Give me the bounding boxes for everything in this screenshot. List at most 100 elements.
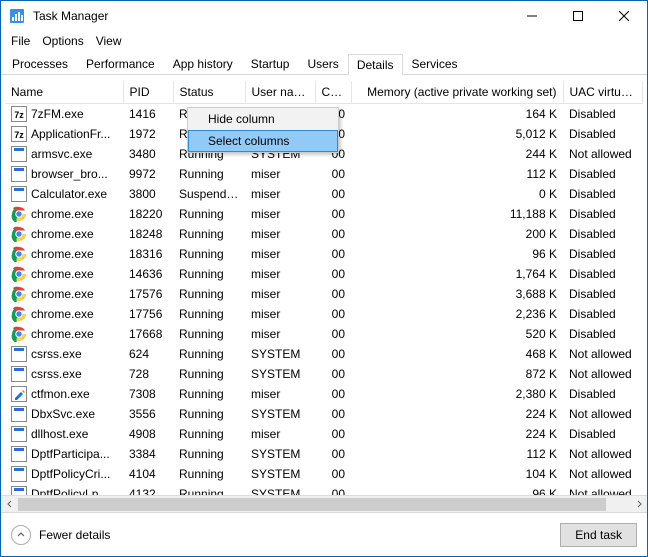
col-header-name[interactable]: Name	[5, 81, 123, 104]
process-uac: Disabled	[563, 264, 643, 284]
chevron-left-icon	[6, 500, 14, 508]
close-button[interactable]	[601, 1, 647, 31]
tab-details[interactable]: Details	[348, 54, 403, 75]
process-icon	[11, 186, 27, 202]
process-name: chrome.exe	[31, 227, 94, 241]
table-row[interactable]: DptfPolicyLp...4132RunningSYSTEM0096 KNo…	[5, 484, 643, 495]
process-pid: 1416	[123, 104, 173, 125]
table-row[interactable]: Calculator.exe3800Suspendedmiser000 KDis…	[5, 184, 643, 204]
ctx-select-columns[interactable]: Select columns	[188, 130, 338, 152]
col-header-user[interactable]: User name	[245, 81, 315, 104]
table-row[interactable]: chrome.exe17668Runningmiser00520 KDisabl…	[5, 324, 643, 344]
horizontal-scrollbar[interactable]	[1, 495, 647, 512]
process-icon	[11, 306, 27, 322]
table-row[interactable]: browser_bro...9972Runningmiser00112 KDis…	[5, 164, 643, 184]
maximize-button[interactable]	[555, 1, 601, 31]
col-header-memory[interactable]: Memory (active private working set)	[351, 81, 563, 104]
process-status: Running	[173, 204, 245, 224]
tab-processes[interactable]: Processes	[3, 53, 77, 74]
process-status: Running	[173, 264, 245, 284]
process-uac: Disabled	[563, 224, 643, 244]
tab-users[interactable]: Users	[298, 53, 347, 74]
minimize-button[interactable]	[509, 1, 555, 31]
scroll-right-arrow[interactable]	[630, 496, 647, 513]
table-row[interactable]: dllhost.exe4908Runningmiser00224 KDisabl…	[5, 424, 643, 444]
table-row[interactable]: chrome.exe18316Runningmiser0096 KDisable…	[5, 244, 643, 264]
process-name: csrss.exe	[31, 347, 82, 361]
process-pid: 3556	[123, 404, 173, 424]
process-icon	[11, 286, 27, 302]
menu-view[interactable]: View	[92, 33, 126, 49]
process-memory: 3,688 K	[351, 284, 563, 304]
table-row[interactable]: DbxSvc.exe3556RunningSYSTEM00224 KNot al…	[5, 404, 643, 424]
table-row[interactable]: chrome.exe17756Runningmiser002,236 KDisa…	[5, 304, 643, 324]
table-row[interactable]: chrome.exe14636Runningmiser001,764 KDisa…	[5, 264, 643, 284]
process-memory: 224 K	[351, 424, 563, 444]
col-header-uac[interactable]: UAC virtualization⌃	[563, 81, 643, 104]
process-user: miser	[245, 324, 315, 344]
process-icon	[11, 146, 27, 162]
minimize-icon	[527, 11, 537, 21]
process-memory: 1,764 K	[351, 264, 563, 284]
process-icon	[11, 406, 27, 422]
fewer-details-toggle[interactable]: Fewer details	[11, 525, 110, 545]
process-user: miser	[245, 244, 315, 264]
scroll-left-arrow[interactable]	[1, 496, 18, 513]
process-pid: 3800	[123, 184, 173, 204]
scroll-track[interactable]	[18, 496, 630, 513]
col-header-cpu[interactable]: CPU	[315, 81, 351, 104]
process-cpu: 00	[315, 264, 351, 284]
process-user: miser	[245, 204, 315, 224]
process-user: SYSTEM	[245, 484, 315, 495]
process-user: SYSTEM	[245, 444, 315, 464]
process-status: Running	[173, 364, 245, 384]
process-uac: Disabled	[563, 384, 643, 404]
table-row[interactable]: ctfmon.exe7308Runningmiser002,380 KDisab…	[5, 384, 643, 404]
process-memory: 104 K	[351, 464, 563, 484]
process-uac: Disabled	[563, 184, 643, 204]
process-cpu: 00	[315, 204, 351, 224]
menu-options[interactable]: Options	[38, 33, 87, 49]
process-status: Running	[173, 424, 245, 444]
col-header-pid[interactable]: PID	[123, 81, 173, 104]
process-status: Running	[173, 164, 245, 184]
process-pid: 624	[123, 344, 173, 364]
menu-file[interactable]: File	[7, 33, 34, 49]
process-icon: 7z	[11, 106, 27, 122]
process-icon: 7z	[11, 126, 27, 142]
table-row[interactable]: csrss.exe624RunningSYSTEM00468 KNot allo…	[5, 344, 643, 364]
process-memory: 112 K	[351, 164, 563, 184]
tab-startup[interactable]: Startup	[242, 53, 299, 74]
process-memory: 244 K	[351, 144, 563, 164]
process-status: Running	[173, 344, 245, 364]
process-cpu: 00	[315, 324, 351, 344]
column-header-row[interactable]: Name PID Status User name CPU Memory (ac…	[5, 81, 643, 104]
end-task-button[interactable]: End task	[560, 523, 637, 547]
table-row[interactable]: DptfPolicyCri...4104RunningSYSTEM00104 K…	[5, 464, 643, 484]
table-row[interactable]: DptfParticipa...3384RunningSYSTEM00112 K…	[5, 444, 643, 464]
table-row[interactable]: csrss.exe728RunningSYSTEM00872 KNot allo…	[5, 364, 643, 384]
tab-performance[interactable]: Performance	[77, 53, 164, 74]
process-memory: 200 K	[351, 224, 563, 244]
table-row[interactable]: chrome.exe18220Runningmiser0011,188 KDis…	[5, 204, 643, 224]
process-memory: 872 K	[351, 364, 563, 384]
process-icon	[11, 426, 27, 442]
titlebar[interactable]: Task Manager	[1, 1, 647, 31]
table-row[interactable]: chrome.exe17576Runningmiser003,688 KDisa…	[5, 284, 643, 304]
process-pid: 4908	[123, 424, 173, 444]
tab-services[interactable]: Services	[403, 53, 467, 74]
scroll-thumb[interactable]	[18, 498, 606, 511]
process-pid: 18220	[123, 204, 173, 224]
table-row[interactable]: chrome.exe18248Runningmiser00200 KDisabl…	[5, 224, 643, 244]
ctx-hide-column[interactable]: Hide column	[188, 108, 338, 130]
process-memory: 11,188 K	[351, 204, 563, 224]
process-status: Suspended	[173, 184, 245, 204]
process-name: dllhost.exe	[31, 427, 88, 441]
process-memory: 164 K	[351, 104, 563, 125]
window-title: Task Manager	[33, 9, 108, 23]
col-header-status[interactable]: Status	[173, 81, 245, 104]
process-user: miser	[245, 284, 315, 304]
process-uac: Disabled	[563, 324, 643, 344]
process-icon	[11, 326, 27, 342]
tab-app-history[interactable]: App history	[164, 53, 242, 74]
